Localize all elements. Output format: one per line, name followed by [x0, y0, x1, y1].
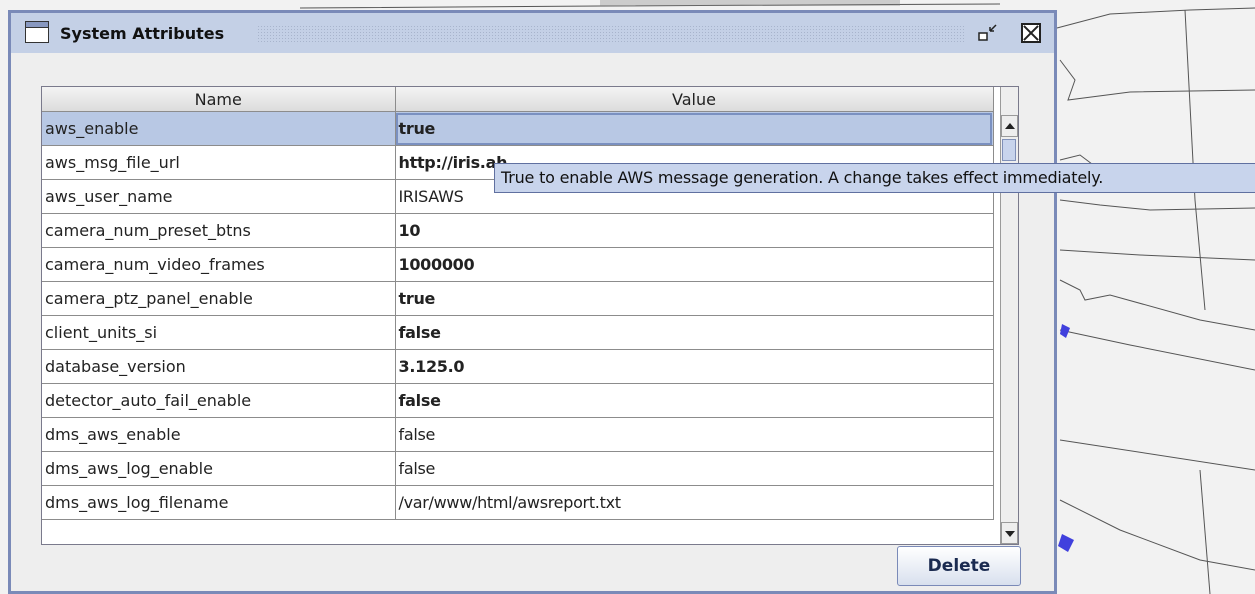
table-row[interactable]: dms_aws_log_enable false — [42, 451, 994, 486]
attribute-value-cell[interactable]: false — [395, 451, 994, 486]
attribute-name-cell[interactable]: aws_enable — [42, 111, 396, 146]
attribute-value-cell[interactable]: false — [395, 315, 994, 350]
attribute-value-cell[interactable]: true — [395, 281, 994, 316]
attribute-value-cell[interactable]: false — [395, 383, 994, 418]
attribute-name-cell[interactable]: database_version — [42, 349, 396, 384]
scrollbar-thumb[interactable] — [1002, 139, 1016, 161]
attribute-value-cell[interactable]: 3.125.0 — [395, 349, 994, 384]
table-row[interactable]: client_units_si false — [42, 315, 994, 350]
attribute-name-cell[interactable]: dms_aws_log_enable — [42, 451, 396, 486]
attribute-name-cell[interactable]: dms_aws_enable — [42, 417, 396, 452]
window-icon — [25, 21, 49, 43]
table-row[interactable]: dms_aws_enable false — [42, 417, 994, 452]
window-title: System Attributes — [60, 24, 225, 43]
table-row[interactable]: aws_enable true — [42, 111, 994, 146]
attribute-name-cell[interactable]: camera_num_video_frames — [42, 247, 396, 282]
attribute-value-cell[interactable]: 1000000 — [395, 247, 994, 282]
table-row[interactable]: detector_auto_fail_enable false — [42, 383, 994, 418]
attribute-value-cell[interactable]: true — [395, 111, 994, 146]
title-bar[interactable]: System Attributes — [11, 13, 1054, 53]
table-row[interactable]: dms_aws_log_filename/var/www/html/awsrep… — [42, 485, 994, 520]
attribute-value-cell[interactable]: 10 — [395, 213, 994, 248]
table-row[interactable]: camera_num_video_frames 1000000 — [42, 247, 994, 282]
attribute-name-cell[interactable]: camera_ptz_panel_enable — [42, 281, 396, 316]
title-bar-texture — [257, 25, 965, 43]
attributes-table: Name Value aws_enable true aws_msg_file_ur… — [41, 86, 1019, 545]
attribute-name-cell[interactable]: aws_user_name — [42, 179, 396, 214]
attribute-value-cell[interactable]: false — [395, 417, 994, 452]
table-header-row: Name Value — [42, 87, 994, 112]
attribute-name-cell[interactable]: client_units_si — [42, 315, 396, 350]
vertical-scrollbar[interactable] — [1000, 87, 1018, 544]
iconify-icon[interactable] — [977, 22, 999, 44]
attributes-grid: Name Value aws_enable true aws_msg_file_ur… — [42, 87, 994, 520]
attribute-value-cell[interactable]: /var/www/html/awsreport.txt — [395, 485, 994, 520]
scroll-up-icon[interactable] — [1001, 115, 1018, 137]
column-header-name[interactable]: Name — [42, 87, 396, 112]
table-row[interactable]: database_version 3.125.0 — [42, 349, 994, 384]
system-attributes-window: System Attributes Name Value aws_enable t… — [8, 10, 1057, 594]
column-header-value[interactable]: Value — [395, 87, 994, 112]
attribute-name-cell[interactable]: detector_auto_fail_enable — [42, 383, 396, 418]
attribute-name-cell[interactable]: dms_aws_log_filename — [42, 485, 396, 520]
close-icon[interactable] — [1021, 23, 1041, 43]
scroll-down-icon[interactable] — [1001, 522, 1018, 544]
attribute-name-cell[interactable]: camera_num_preset_btns — [42, 213, 396, 248]
table-row[interactable]: camera_num_preset_btns 10 — [42, 213, 994, 248]
delete-button[interactable]: Delete — [897, 546, 1021, 586]
table-row[interactable]: camera_ptz_panel_enable true — [42, 281, 994, 316]
attribute-name-cell[interactable]: aws_msg_file_url — [42, 145, 396, 180]
tooltip: True to enable AWS message generation. A… — [494, 163, 1255, 193]
